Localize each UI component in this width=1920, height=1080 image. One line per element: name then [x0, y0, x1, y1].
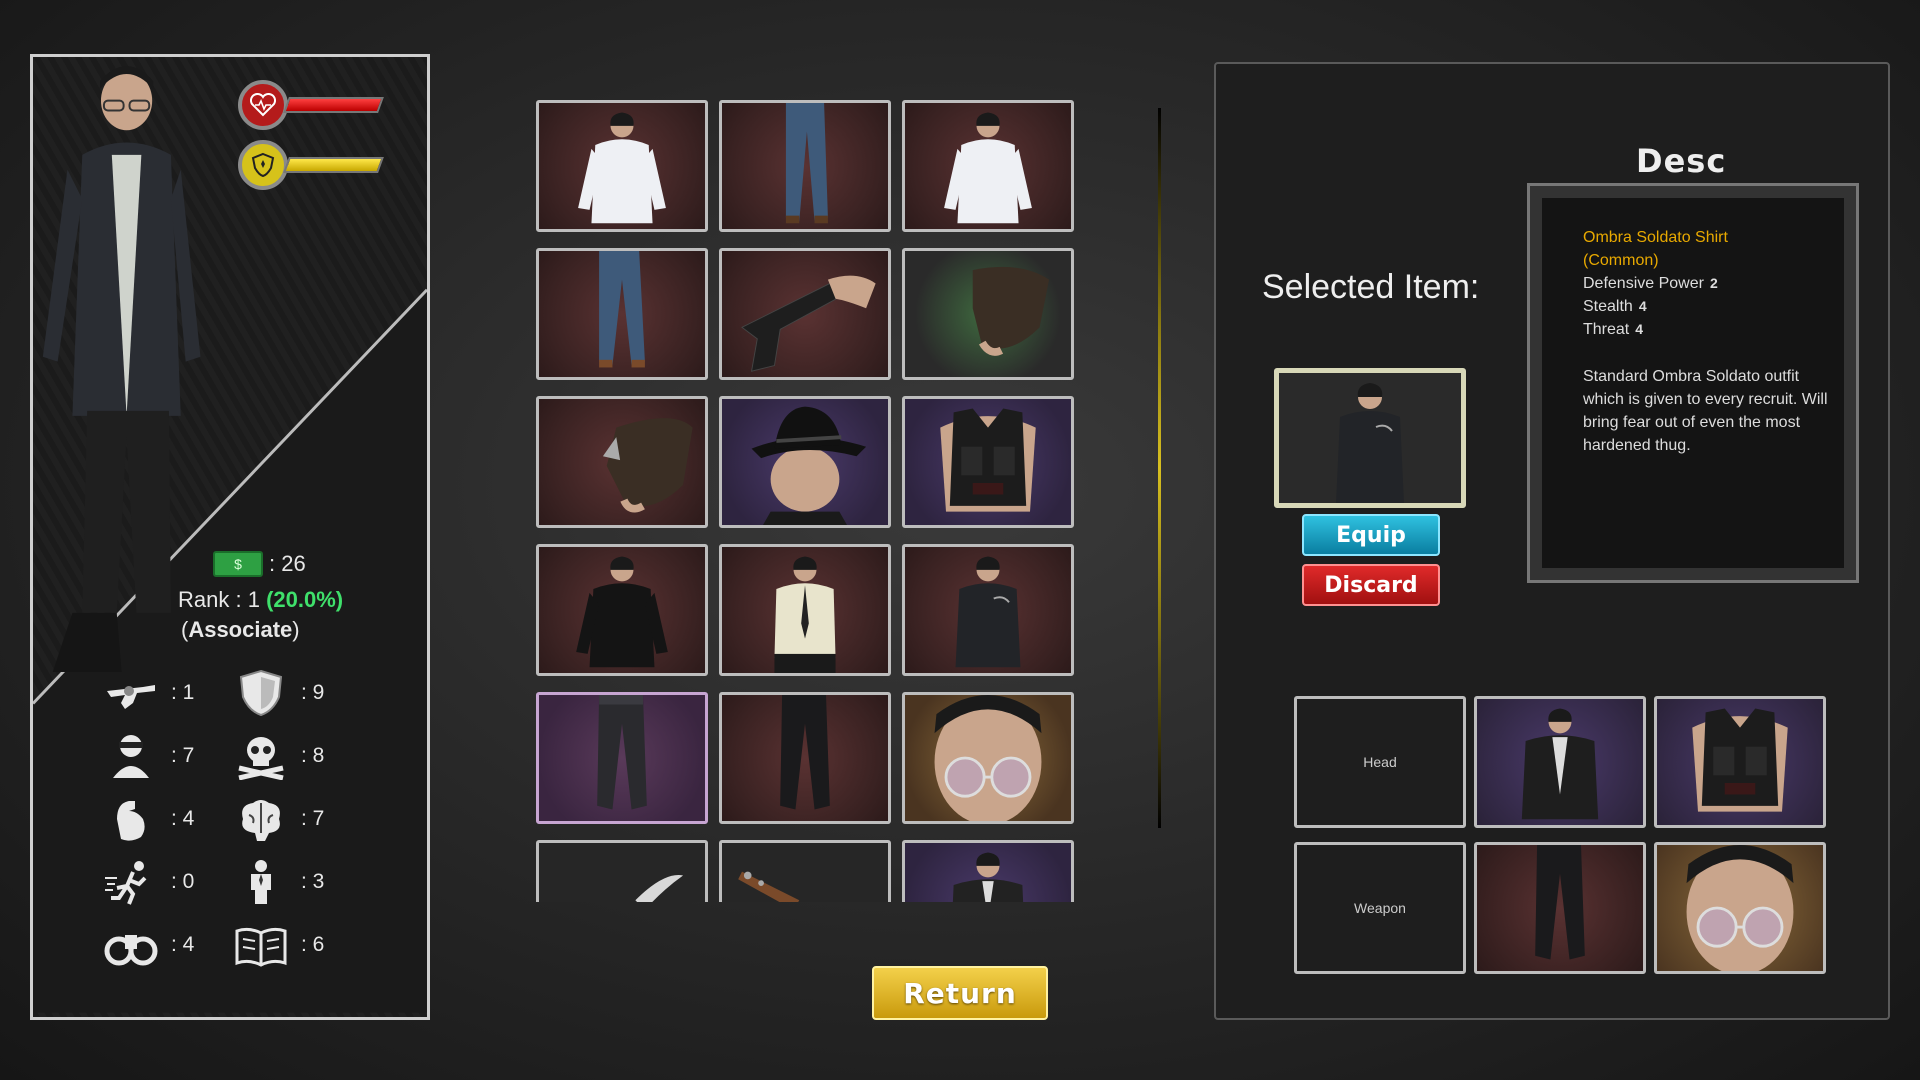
inventory-slot-white-shirt[interactable]	[536, 100, 708, 232]
return-button[interactable]: Return	[872, 966, 1048, 1020]
inventory-slot-knuckle-glove[interactable]	[536, 396, 708, 528]
selected-item-label: Selected Item:	[1262, 268, 1480, 306]
inventory-slot-glasses[interactable]	[902, 692, 1074, 824]
bat-icon	[738, 871, 800, 902]
item-rarity: (Common)	[1583, 252, 1659, 269]
pistol-icon	[741, 275, 876, 372]
inventory-slot-fedora-hat[interactable]	[719, 396, 891, 528]
item-stat-stealth: Stealth 4	[1583, 298, 1647, 315]
inventory-slot-knife[interactable]	[536, 840, 708, 902]
masked-thief-icon	[113, 735, 149, 778]
desc-title: Desc	[1636, 142, 1727, 180]
jacket-icon	[1521, 708, 1599, 820]
stat-agility: : 0	[103, 858, 194, 906]
gentleman-icon	[251, 860, 271, 904]
inventory-slot-white-shirt[interactable]	[902, 100, 1074, 232]
item-description: Ombra Soldato Shirt (Common) Defensive P…	[1583, 226, 1833, 457]
running-man-icon	[105, 861, 147, 905]
stat-knowledge: : 6	[233, 921, 324, 969]
stat-defense: : 9	[233, 669, 324, 717]
money-display: $ : 26	[213, 551, 306, 577]
glasses-icon	[934, 695, 1042, 821]
cash-icon: $	[213, 551, 263, 577]
character-panel: $ : 26 Rank : 1 (20.0%) (Associate) : 1 …	[30, 54, 430, 1020]
ombra-shirt-icon	[1336, 383, 1404, 503]
rank-title: (Associate)	[181, 617, 300, 642]
knuckle-glove-icon	[602, 418, 693, 513]
inventory-slot-pistol[interactable]	[719, 248, 891, 380]
vest-icon	[940, 408, 1036, 512]
inventory-slot-dark-trousers[interactable]	[536, 692, 708, 824]
black-shirt-icon	[576, 556, 668, 668]
inventory-slot-black-shirt[interactable]	[536, 544, 708, 676]
rank-progress: (20.0%)	[266, 587, 344, 612]
equip-slot-vest[interactable]	[1654, 696, 1826, 828]
jacket-icon	[952, 852, 1024, 902]
knife-icon	[635, 875, 684, 902]
item-stat-defensive-power: Defensive Power 2	[1583, 275, 1718, 292]
item-name: Ombra Soldato Shirt	[1583, 229, 1728, 246]
glove-icon	[972, 266, 1050, 356]
trousers-icon	[1535, 845, 1585, 960]
inventory-slot-jeans[interactable]	[536, 248, 708, 380]
white-shirt-icon	[578, 112, 666, 224]
fedora-icon	[751, 406, 867, 525]
stat-firearms: : 1	[103, 669, 194, 717]
inventory-slot-bat[interactable]	[719, 840, 891, 902]
revolver-icon	[107, 685, 155, 709]
bicep-icon	[117, 801, 145, 841]
shield-icon	[239, 669, 283, 717]
stat-stealth: : 7	[103, 732, 194, 780]
equip-slot-weapon[interactable]: Weapon	[1294, 842, 1466, 974]
equip-slot-head[interactable]: Head	[1294, 696, 1466, 828]
item-flavor-text: Standard Ombra Soldato outfit which is g…	[1583, 368, 1828, 454]
discard-button[interactable]: Discard	[1302, 564, 1440, 606]
inventory-slot-cream-shirt[interactable]	[719, 544, 891, 676]
equip-button[interactable]: Equip	[1302, 514, 1440, 556]
equip-slot-head-label: Head	[1363, 754, 1397, 770]
stat-intelligence: : 7	[233, 795, 324, 843]
item-stat-threat: Threat 4	[1583, 321, 1644, 338]
inventory-slot-jacket[interactable]	[902, 840, 1074, 902]
inventory-slot-body-armor-vest[interactable]	[902, 396, 1074, 528]
inventory-slot-jeans[interactable]	[719, 100, 891, 232]
defense-bar	[238, 140, 384, 190]
inventory-slot-black-trousers[interactable]	[719, 692, 891, 824]
brain-icon	[242, 800, 280, 841]
heart-icon	[238, 80, 288, 130]
equip-slot-glasses[interactable]	[1654, 842, 1826, 974]
selected-item-thumbnail	[1274, 368, 1466, 508]
inventory-grid	[536, 100, 1086, 902]
trousers-icon	[597, 695, 647, 810]
stat-charisma: : 3	[233, 858, 324, 906]
shield-badge-icon	[238, 140, 288, 190]
health-bar	[238, 80, 384, 130]
skull-icon	[238, 737, 284, 780]
equip-slot-trousers[interactable]	[1474, 842, 1646, 974]
cream-shirt-icon	[774, 556, 836, 673]
rank-label: Rank :	[178, 587, 242, 612]
ombra-shirt-icon	[955, 556, 1021, 668]
panel-background	[33, 66, 427, 1013]
binoculars-icon	[104, 935, 158, 966]
glasses-icon	[1686, 845, 1794, 971]
book-icon	[235, 927, 287, 967]
equip-slot-weapon-label: Weapon	[1354, 900, 1406, 916]
vest-icon	[1692, 708, 1788, 812]
rank-display: Rank : 1 (20.0%)	[178, 587, 343, 613]
money-value: : 26	[269, 551, 306, 576]
jeans-icon	[785, 103, 828, 224]
scroll-divider[interactable]	[1158, 108, 1161, 828]
inventory-slot-ombra-soldato-shirt[interactable]	[902, 544, 1074, 676]
stat-threat: : 8	[233, 732, 324, 780]
equip-slot-jacket[interactable]	[1474, 696, 1646, 828]
inventory-slot-fingerless-glove[interactable]	[902, 248, 1074, 380]
rank-title-text: Associate	[188, 617, 293, 642]
stat-strength: : 4	[103, 795, 194, 843]
stat-perception: : 4	[103, 921, 194, 969]
rank-level: 1	[247, 587, 260, 612]
